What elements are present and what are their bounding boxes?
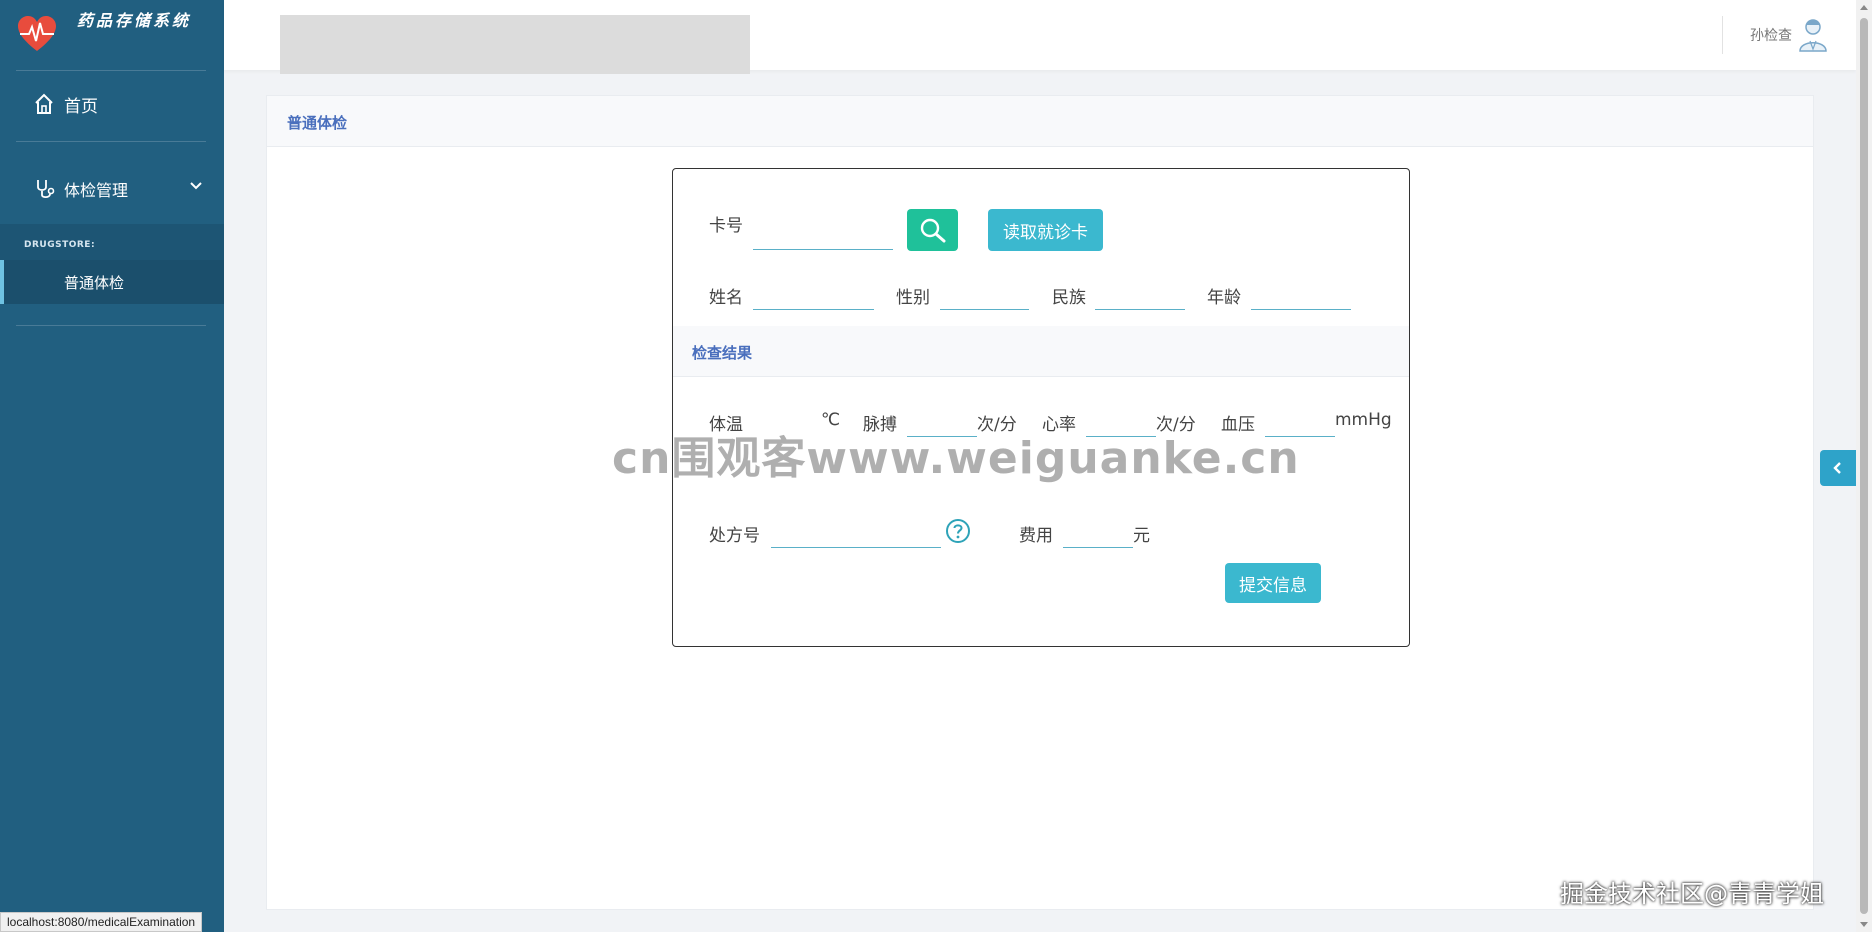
collapse-panel-button[interactable] xyxy=(1820,450,1856,486)
exam-form: 卡号 读取就诊卡 姓名 性别 民族 年龄 检查结果 体温 ℃ 脉搏 次/分 心率… xyxy=(672,168,1410,647)
divider xyxy=(16,70,206,71)
top-header: 孙检查 xyxy=(224,0,1856,74)
pulse-unit: 次/分 xyxy=(977,415,1017,435)
scroll-down-arrow[interactable] xyxy=(1860,922,1868,927)
fee-label: 费用 xyxy=(1019,526,1053,546)
sidebar-item-label: 体检管理 xyxy=(64,181,129,200)
divider xyxy=(16,141,206,142)
sidebar-item-general-exam[interactable]: 普通体检 xyxy=(0,260,224,304)
user-name[interactable]: 孙检查 xyxy=(1750,25,1792,45)
sidebar-item-label: 首页 xyxy=(64,96,98,117)
sidebar-item-exam-management[interactable]: 体检管理 xyxy=(34,175,202,203)
temperature-input[interactable] xyxy=(753,413,819,437)
fee-unit: 元 xyxy=(1133,526,1150,546)
scroll-up-arrow[interactable] xyxy=(1860,5,1868,10)
status-url: localhost:8080/medicalExamination xyxy=(0,912,203,932)
blood-pressure-unit: mmHg xyxy=(1335,410,1392,430)
ethnicity-label: 民族 xyxy=(1052,288,1086,308)
page-scrollbar[interactable] xyxy=(1856,0,1872,932)
gender-label: 性别 xyxy=(896,288,930,308)
pulse-label: 脉搏 xyxy=(863,415,897,435)
stethoscope-icon xyxy=(37,180,55,199)
read-card-button[interactable]: 读取就诊卡 xyxy=(988,209,1103,251)
page-title: 普通体检 xyxy=(287,114,348,132)
heart-rate-label: 心率 xyxy=(1042,415,1076,435)
divider xyxy=(1722,16,1723,54)
chevron-left-icon xyxy=(1833,462,1841,474)
blood-pressure-label: 血压 xyxy=(1221,415,1255,435)
header-placeholder xyxy=(280,15,750,74)
user-avatar-icon[interactable] xyxy=(1798,16,1828,52)
age-label: 年龄 xyxy=(1207,288,1241,308)
prescription-label: 处方号 xyxy=(709,526,760,546)
card-number-label: 卡号 xyxy=(709,216,743,236)
chevron-down-icon xyxy=(190,182,202,190)
sidebar: 药品存储系统 首页 体检管理 DRUGSTORE: 普通体检 xyxy=(0,0,224,932)
scroll-thumb[interactable] xyxy=(1860,18,1868,914)
heart-logo-icon xyxy=(18,16,56,51)
submit-button[interactable]: 提交信息 xyxy=(1225,563,1321,603)
gender-input[interactable] xyxy=(940,286,1029,310)
fee-input[interactable] xyxy=(1063,524,1133,548)
age-input[interactable] xyxy=(1251,286,1351,310)
blood-pressure-input[interactable] xyxy=(1265,413,1335,437)
sidebar-item-home[interactable]: 首页 xyxy=(34,90,98,118)
name-label: 姓名 xyxy=(709,288,743,308)
app-title: 药品存储系统 xyxy=(76,11,191,30)
home-icon xyxy=(35,93,53,114)
brand: 药品存储系统 xyxy=(0,0,224,70)
ethnicity-input[interactable] xyxy=(1095,286,1185,310)
heart-rate-input[interactable] xyxy=(1086,413,1156,437)
heart-rate-unit: 次/分 xyxy=(1156,415,1196,435)
search-button[interactable] xyxy=(907,209,958,251)
name-input[interactable] xyxy=(753,286,874,310)
section-label: DRUGSTORE: xyxy=(0,224,224,260)
divider xyxy=(16,325,206,326)
temperature-label: 体温 xyxy=(709,415,743,435)
help-icon[interactable] xyxy=(945,518,971,544)
result-section-title: 检查结果 xyxy=(692,344,753,362)
result-section-header: 检查结果 xyxy=(673,326,1409,377)
card-number-input[interactable] xyxy=(753,226,893,250)
temperature-unit: ℃ xyxy=(821,410,841,430)
card-header: 普通体检 xyxy=(267,96,1813,147)
prescription-input[interactable] xyxy=(771,524,941,548)
pulse-input[interactable] xyxy=(907,413,977,437)
search-icon xyxy=(920,218,946,243)
